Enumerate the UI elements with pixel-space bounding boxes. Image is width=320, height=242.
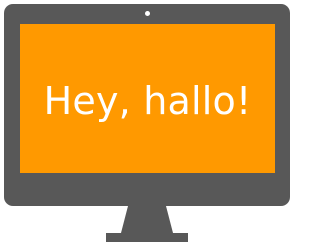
webcam-icon xyxy=(145,11,150,16)
monitor-stand-icon xyxy=(106,206,188,242)
monitor-screen: Hey, hallo! xyxy=(20,24,275,173)
monitor-base xyxy=(106,233,188,242)
monitor-neck xyxy=(121,206,173,233)
screen-greeting-text: Hey, hallo! xyxy=(43,78,252,123)
